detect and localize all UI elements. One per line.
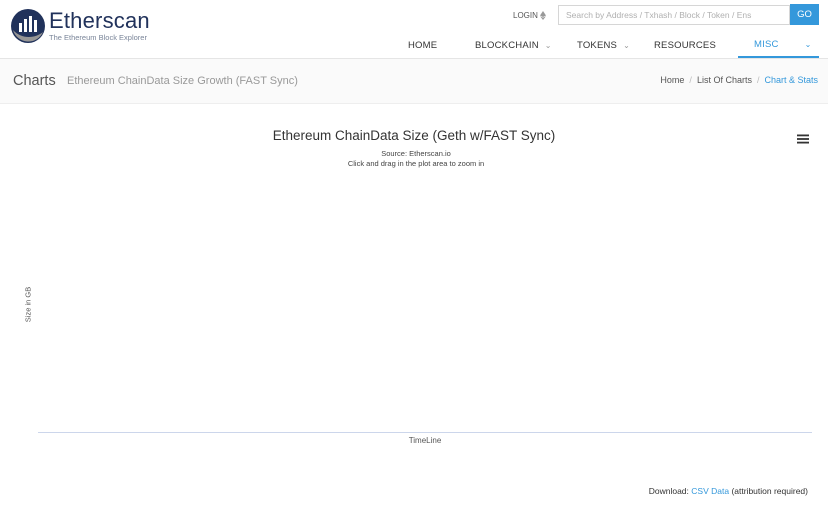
logo-name: Etherscan <box>49 8 150 33</box>
breadcrumb-list-of-charts[interactable]: List Of Charts <box>697 75 752 85</box>
nav-blockchain-label: BLOCKCHAIN <box>475 40 539 51</box>
chart-title: Ethereum ChainData Size (Geth w/FAST Syn… <box>272 128 556 143</box>
search-input[interactable] <box>558 5 790 25</box>
breadcrumb: Home / List Of Charts / Chart & Stats <box>660 75 818 85</box>
ethereum-icon <box>539 11 546 20</box>
breadcrumb-separator: / <box>756 75 760 85</box>
chart-x-axis-line <box>38 432 812 433</box>
chevron-down-icon: ⌄ <box>544 41 552 50</box>
breadcrumb-current: Chart & Stats <box>764 75 818 85</box>
chart-source: Source: Etherscan.io <box>381 149 451 158</box>
chart-y-axis-label: Size in GB <box>23 286 33 323</box>
chart-menu-icon[interactable] <box>797 133 809 145</box>
chart-zoom-hint: Click and drag in the plot area to zoom … <box>347 159 485 168</box>
login-link[interactable]: LOGIN <box>513 11 546 20</box>
search-go-button[interactable]: GO <box>790 4 819 25</box>
chevron-down-icon: ⌄ <box>623 41 630 50</box>
nav-tokens-label: TOKENS <box>577 40 618 51</box>
nav-resources[interactable]: RESOURCES <box>654 33 716 58</box>
download-prefix: Download: <box>648 486 689 496</box>
nav-home[interactable]: HOME <box>408 33 437 58</box>
page-title: Charts <box>13 73 56 89</box>
nav-misc[interactable]: MISC ⌄ <box>738 33 819 58</box>
chart-x-axis-label: TimeLine <box>408 436 442 445</box>
login-label: LOGIN <box>513 11 538 20</box>
breadcrumb-home[interactable]: Home <box>660 75 684 85</box>
nav-home-label: HOME <box>408 40 438 51</box>
nav-blockchain[interactable]: BLOCKCHAIN ⌄ <box>475 33 552 58</box>
page-subtitle: Ethereum ChainData Size Growth (FAST Syn… <box>67 75 298 87</box>
nav-resources-label: RESOURCES <box>654 40 716 51</box>
download-line: Download: CSV Data (attribution required… <box>649 486 808 496</box>
site-header: Etherscan The Ethereum Block Explorer LO… <box>0 0 828 59</box>
chevron-down-icon: ⌄ <box>804 40 812 49</box>
page-title-bar: Charts Ethereum ChainData Size Growth (F… <box>0 59 828 104</box>
nav-tokens[interactable]: TOKENS ⌄ <box>577 33 630 58</box>
chart-plot-area[interactable] <box>38 175 812 432</box>
csv-data-link[interactable]: CSV Data <box>691 486 729 496</box>
main-nav: HOME BLOCKCHAIN ⌄ TOKENS ⌄ RESOURCES MIS… <box>0 33 828 58</box>
nav-misc-label: MISC <box>754 39 779 50</box>
breadcrumb-separator: / <box>689 75 692 85</box>
download-suffix: (attribution required) <box>731 486 808 496</box>
